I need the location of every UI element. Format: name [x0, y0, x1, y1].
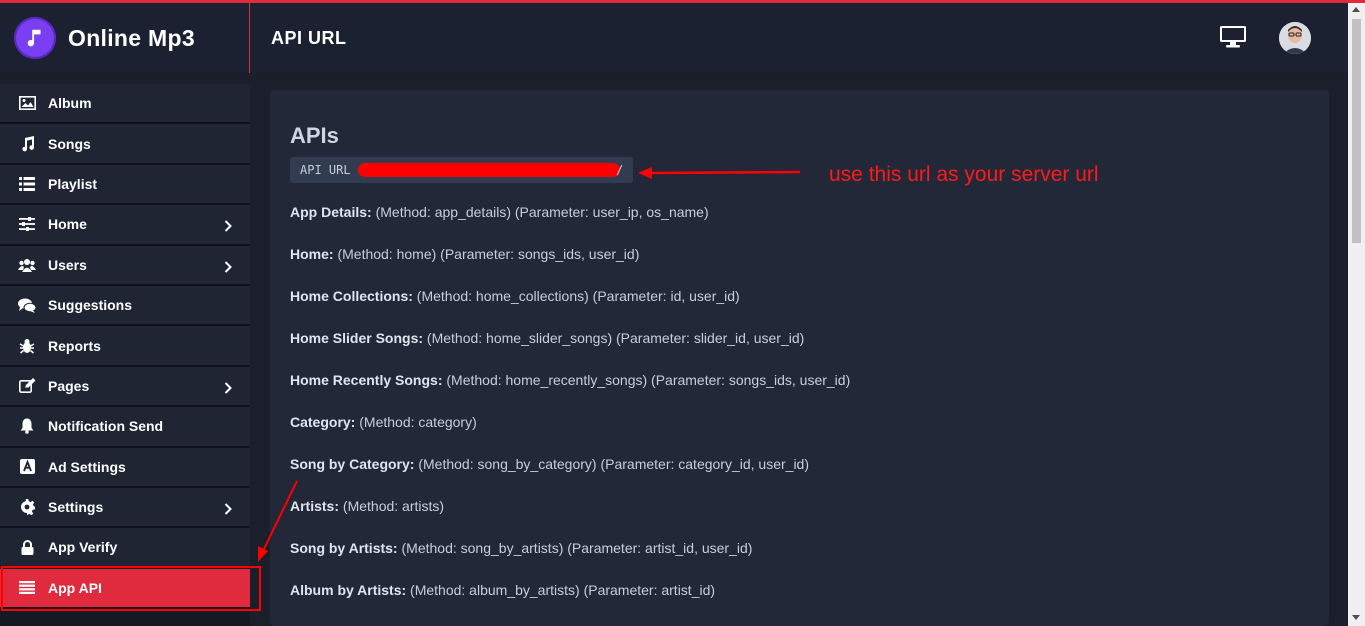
sidebar-item-notification-send[interactable]: Notification Send: [0, 407, 250, 448]
annotation-highlight-box: [1, 566, 261, 611]
bell-icon: [18, 417, 36, 435]
comments-icon: [18, 296, 36, 314]
api-url-label: API URL: [300, 163, 351, 177]
lock-icon: [18, 538, 36, 556]
monitor-icon[interactable]: [1219, 25, 1247, 54]
sliders-icon: [18, 215, 36, 233]
sidebar-item-label: Suggestions: [48, 297, 133, 314]
brand[interactable]: Online Mp3: [0, 3, 250, 73]
chevron-right-icon: [224, 260, 232, 278]
sidebar-item-users[interactable]: Users: [0, 245, 250, 286]
sidebar-item-label: Pages: [48, 377, 90, 394]
bug-icon: [18, 337, 36, 355]
api-name: Home Recently Songs:: [290, 372, 443, 388]
scroll-thumb[interactable]: [1352, 19, 1361, 243]
scrollbar[interactable]: [1348, 3, 1365, 626]
sidebar-item-label: Ad Settings: [48, 458, 126, 475]
sidebar-item-app-verify[interactable]: App Verify: [0, 528, 250, 569]
sidebar-item-settings[interactable]: Settings: [0, 487, 250, 529]
sidebar-item-reports[interactable]: Reports: [0, 326, 250, 367]
sidebar-item-suggestions[interactable]: Suggestions: [0, 285, 250, 327]
api-line: Album by Artists: (Method: album_by_arti…: [290, 582, 715, 598]
api-detail: (Method: song_by_artists) (Parameter: ar…: [401, 540, 753, 556]
chevron-right-icon: [224, 502, 232, 520]
list-icon: [18, 175, 36, 193]
edit-icon: [18, 377, 36, 395]
sidebar-item-home[interactable]: Home: [0, 205, 250, 246]
api-name: Home:: [290, 246, 334, 262]
redacted-url: [358, 163, 620, 177]
api-line: Home Slider Songs: (Method: home_slider_…: [290, 330, 804, 346]
brand-name: Online Mp3: [68, 24, 195, 51]
chevron-right-icon: [224, 219, 232, 237]
api-name: Song by Category:: [290, 456, 415, 472]
api-name: Artists:: [290, 498, 340, 514]
scroll-up-arrow-icon[interactable]: [1352, 7, 1360, 12]
api-name: Album by Artists:: [290, 582, 407, 598]
sidebar-item-songs[interactable]: Songs: [0, 124, 250, 165]
api-detail: (Method: app_details) (Parameter: user_i…: [375, 204, 709, 220]
scroll-down-arrow-icon[interactable]: [1352, 615, 1360, 620]
api-detail: (Method: home_slider_songs) (Parameter: …: [426, 330, 805, 346]
api-line: Home Recently Songs: (Method: home_recen…: [290, 372, 850, 388]
users-icon: [18, 256, 36, 274]
api-detail: (Method: song_by_category) (Parameter: c…: [418, 456, 809, 472]
api-name: App Details:: [290, 204, 372, 220]
page-title: API URL: [271, 28, 347, 48]
api-name: Home Slider Songs:: [290, 330, 424, 346]
sidebar-item-label: Settings: [48, 499, 104, 516]
ad-icon: [18, 458, 36, 476]
api-detail: (Method: album_by_artists) (Parameter: a…: [410, 582, 716, 598]
api-line: Song by Category: (Method: song_by_categ…: [290, 456, 809, 472]
image-icon: [18, 94, 36, 112]
sidebar-item-label: App Verify: [48, 539, 118, 556]
api-name: Song by Artists:: [290, 540, 398, 556]
api-line: Home Collections: (Method: home_collecti…: [290, 288, 740, 304]
sidebar-item-label: Songs: [48, 135, 91, 152]
api-name: Home Collections:: [290, 288, 413, 304]
api-detail: (Method: home_collections) (Parameter: i…: [416, 288, 740, 304]
sidebar-item-label: Notification Send: [48, 418, 164, 435]
sidebar-item-label: Home: [48, 216, 87, 233]
chevron-right-icon: [224, 381, 232, 399]
api-line: Category: (Method: category): [290, 414, 477, 430]
sidebar-item-label: Users: [48, 256, 87, 273]
api-name: Category:: [290, 414, 356, 430]
api-detail: (Method: artists): [342, 498, 445, 514]
api-url-suffix: /: [616, 163, 624, 177]
sidebar-item-ad-settings[interactable]: Ad Settings: [0, 447, 250, 488]
music-icon: [18, 135, 36, 153]
sidebar-item-label: Playlist: [48, 175, 98, 192]
api-line: Home: (Method: home) (Parameter: songs_i…: [290, 246, 639, 262]
api-line: Artists: (Method: artists): [290, 498, 444, 514]
annotation-arrowhead-menu: [258, 546, 268, 562]
annotation-text: use this url as your server url: [829, 163, 1099, 186]
api-line: Song by Artists: (Method: song_by_artist…: [290, 540, 752, 556]
sidebar: Album Songs Playlist Home Users Suggesti…: [0, 84, 250, 626]
api-detail: (Method: category): [359, 414, 477, 430]
gear-icon: [18, 498, 36, 516]
top-header: Online Mp3 API URL: [0, 3, 1348, 73]
sidebar-item-playlist[interactable]: Playlist: [0, 164, 250, 206]
avatar[interactable]: [1279, 22, 1311, 54]
api-card: APIs API URL / App Details: (Method: app…: [270, 90, 1329, 626]
api-url-box[interactable]: API URL /: [290, 157, 633, 183]
card-title: APIs: [290, 123, 339, 148]
sidebar-item-label: Reports: [48, 337, 101, 354]
sidebar-item-label: Album: [48, 95, 92, 112]
api-line: App Details: (Method: app_details) (Para…: [290, 204, 709, 220]
api-detail: (Method: home_recently_songs) (Parameter…: [446, 372, 851, 388]
sidebar-item-album[interactable]: Album: [0, 84, 250, 125]
api-detail: (Method: home) (Parameter: songs_ids, us…: [337, 246, 640, 262]
music-note-icon: [14, 17, 56, 59]
sidebar-item-pages[interactable]: Pages: [0, 366, 250, 408]
